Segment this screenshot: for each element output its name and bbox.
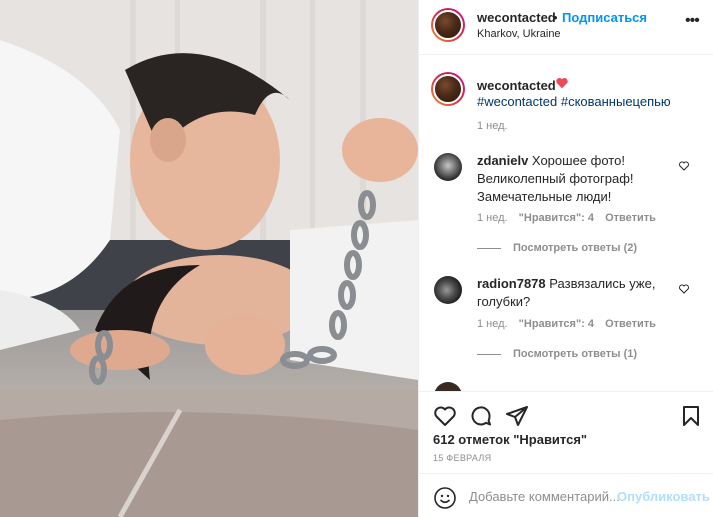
more-options-icon[interactable]: ••• bbox=[685, 12, 700, 30]
post-header: wecontacted • Подписаться Kharkov, Ukrai… bbox=[419, 0, 713, 55]
comment-likes[interactable]: "Нравится": 4 bbox=[519, 212, 594, 224]
post-photo[interactable] bbox=[0, 0, 418, 517]
heart-icon[interactable] bbox=[433, 404, 457, 428]
reply-button[interactable]: Ответить bbox=[605, 212, 656, 224]
smiley-icon[interactable] bbox=[433, 486, 457, 510]
comment-avatar[interactable] bbox=[434, 276, 462, 304]
caption-avatar[interactable] bbox=[431, 72, 465, 106]
comment-username[interactable]: radion7878 bbox=[477, 276, 546, 291]
comment-item: radion7878 Развязались уже, голубки? bbox=[477, 275, 677, 311]
post-date[interactable]: 15 ФЕВРАЛЯ bbox=[433, 453, 491, 463]
bookmark-icon[interactable] bbox=[679, 404, 703, 428]
comment-avatar[interactable] bbox=[434, 153, 462, 181]
comment-composer: Добавьте комментарий... Опубликовать bbox=[419, 473, 713, 517]
comment-username[interactable]: zdanielv bbox=[477, 153, 528, 168]
likes-count[interactable]: 612 отметок "Нравится" bbox=[433, 432, 587, 447]
caption-timestamp[interactable]: 1 нед. bbox=[477, 120, 508, 132]
view-replies-label: Посмотреть ответы (2) bbox=[513, 242, 638, 254]
comment-meta: 1 нед. "Нравится": 4 Ответить bbox=[477, 212, 656, 224]
view-replies-button[interactable]: Посмотреть ответы (2) bbox=[477, 242, 637, 254]
publish-button[interactable]: Опубликовать bbox=[617, 489, 710, 504]
author-avatar[interactable] bbox=[431, 8, 465, 42]
red-heart-emoji-icon bbox=[556, 78, 568, 89]
caption-hashtags[interactable]: #wecontacted #скованныецепью bbox=[477, 94, 671, 109]
comment-heart-icon[interactable] bbox=[678, 160, 690, 172]
paper-plane-icon[interactable] bbox=[505, 404, 529, 428]
separator-dot: • bbox=[553, 10, 558, 25]
caption-username[interactable]: wecontacted bbox=[477, 78, 556, 93]
location-link[interactable]: Kharkov, Ukraine bbox=[477, 28, 561, 40]
author-username[interactable]: wecontacted bbox=[477, 10, 556, 25]
comment-input[interactable]: Добавьте комментарий... bbox=[469, 489, 620, 504]
post-details-panel: wecontacted • Подписаться Kharkov, Ukrai… bbox=[418, 0, 713, 517]
comment-likes[interactable]: "Нравится": 4 bbox=[519, 318, 594, 330]
reply-button[interactable]: Ответить bbox=[605, 318, 656, 330]
view-replies-label: Посмотреть ответы (1) bbox=[513, 348, 638, 360]
post-actions-bar bbox=[419, 391, 713, 437]
comment-timestamp[interactable]: 1 нед. bbox=[477, 212, 508, 224]
comment-meta: 1 нед. "Нравится": 4 Ответить bbox=[477, 318, 656, 330]
comment-timestamp[interactable]: 1 нед. bbox=[477, 318, 508, 330]
view-replies-button[interactable]: Посмотреть ответы (1) bbox=[477, 348, 637, 360]
comment-item: zdanielv Хорошее фото! Великолепный фото… bbox=[477, 152, 677, 206]
photo-illustration bbox=[0, 0, 418, 517]
follow-button[interactable]: Подписаться bbox=[562, 10, 647, 25]
comment-icon[interactable] bbox=[469, 404, 493, 428]
comment-heart-icon[interactable] bbox=[678, 283, 690, 295]
